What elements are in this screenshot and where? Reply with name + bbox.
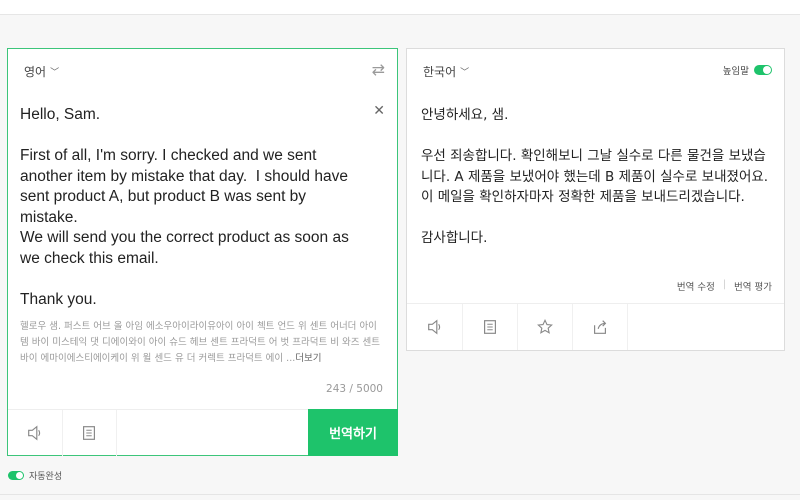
honorific-toggle[interactable]: 높임말: [723, 63, 772, 77]
favorite-button[interactable]: [517, 304, 573, 350]
chevron-down-icon: ﹀: [50, 68, 60, 78]
clear-text-icon[interactable]: ✕: [373, 103, 385, 119]
rate-translation-link[interactable]: 번역 평가: [734, 279, 772, 293]
book-icon: [83, 426, 95, 440]
char-count: 243 / 5000: [326, 383, 383, 395]
autocomplete-toggle[interactable]: 자동완성: [8, 469, 62, 482]
target-language-select[interactable]: 한국어 ﹀: [423, 63, 469, 80]
source-language-select[interactable]: 영어 ﹀: [24, 63, 59, 80]
share-button[interactable]: [572, 304, 628, 350]
autocomplete-label: 자동완성: [29, 472, 63, 482]
book-icon: [483, 320, 496, 334]
toggle-switch[interactable]: [8, 471, 24, 480]
toggle-switch[interactable]: [754, 65, 772, 75]
source-language-label: 영어: [24, 65, 47, 79]
result-links: 번역 수정 | 번역 평가: [677, 279, 772, 293]
source-text-input[interactable]: Hello, Sam. First of all, I'm sorry. I c…: [20, 105, 365, 310]
listen-translation-button[interactable]: [407, 304, 463, 350]
pronunciation-content: 헬로우 샘. 퍼스트 어브 올 아임 에소우아이라이유아이 아이 첵트 언드 위…: [20, 321, 380, 364]
speaker-icon: [427, 319, 440, 335]
source-panel: 영어 ﹀ ⇄ ✕ Hello, Sam. First of all, I'm so…: [7, 48, 398, 456]
target-toolbar: [407, 303, 784, 351]
chevron-down-icon: ﹀: [460, 68, 470, 78]
edit-translation-link[interactable]: 번역 수정: [677, 279, 715, 293]
top-strip: [0, 0, 800, 15]
dictionary-button[interactable]: [62, 410, 117, 456]
star-icon: [536, 318, 553, 334]
more-link[interactable]: 더보기: [295, 353, 321, 364]
dictionary-translation-button[interactable]: [462, 304, 518, 350]
share-icon: [593, 320, 606, 334]
translate-button[interactable]: 번역하기: [308, 409, 398, 456]
speaker-icon: [28, 425, 41, 441]
link-divider: |: [722, 279, 727, 290]
bottom-divider: [0, 494, 800, 495]
honorific-label: 높임말: [722, 66, 749, 77]
target-language-label: 한국어: [423, 65, 457, 79]
listen-button[interactable]: [8, 410, 63, 456]
pronunciation-text: 헬로우 샘. 퍼스트 어브 올 아임 에소우아이라이유아이 아이 첵트 언드 위…: [20, 319, 382, 367]
translation-output: 안녕하세요, 샘. 우선 죄송합니다. 확인해보니 그날 실수로 다른 물건을 …: [421, 107, 769, 246]
target-panel: 한국어 ﹀ 높임말 안녕하세요, 샘. 우선 죄송합니다. 확인해보니 그날 실수…: [406, 48, 785, 351]
swap-languages-icon[interactable]: ⇄: [372, 60, 385, 79]
